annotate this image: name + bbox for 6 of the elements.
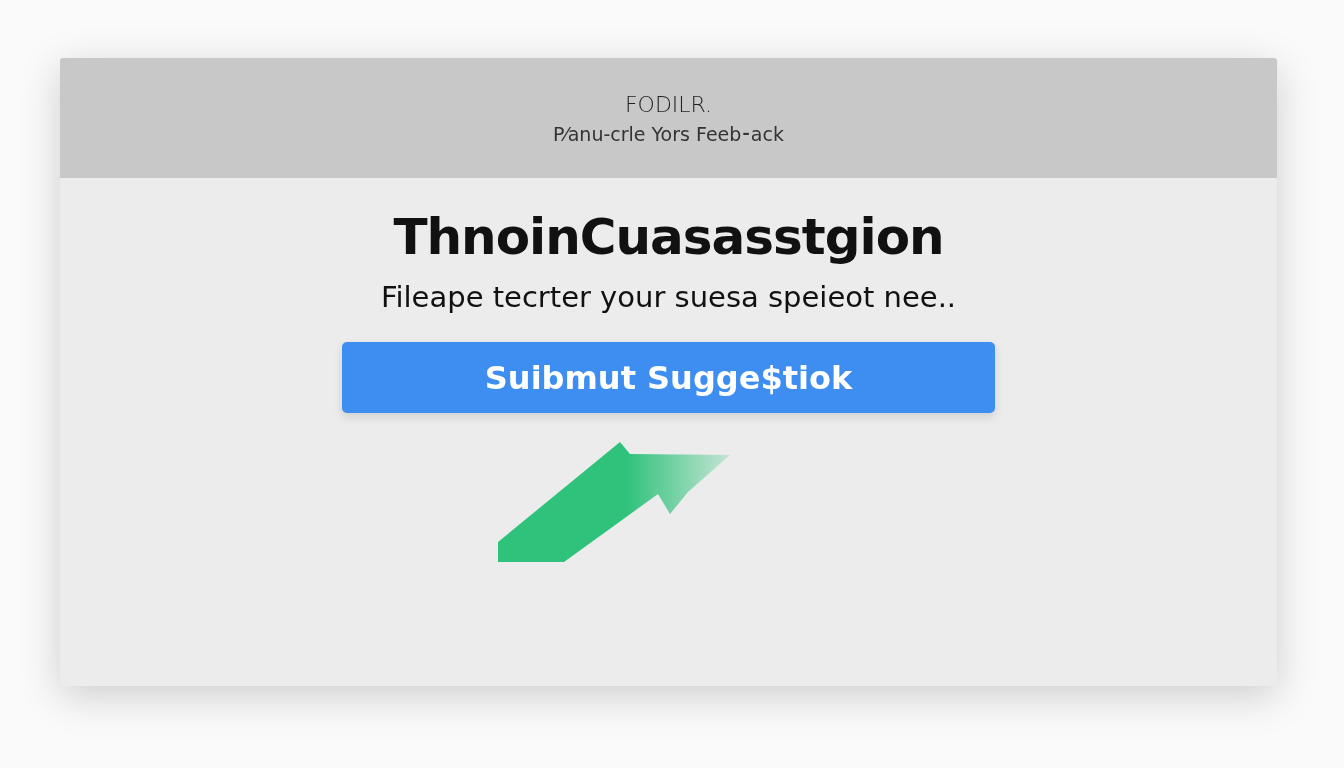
header-subtitle: P⁄anu-crle Yors Feeb⁃ack [553,122,784,145]
heading: ThnoinCuasasstgion [393,208,944,266]
prompt-text: Fileape tecrter your suesa speieot nee.. [380,280,957,314]
header-title: FODILR. [624,91,713,117]
submit-button[interactable]: Suibmut Sugge$tiok [342,342,995,413]
arrow-icon [497,442,730,564]
